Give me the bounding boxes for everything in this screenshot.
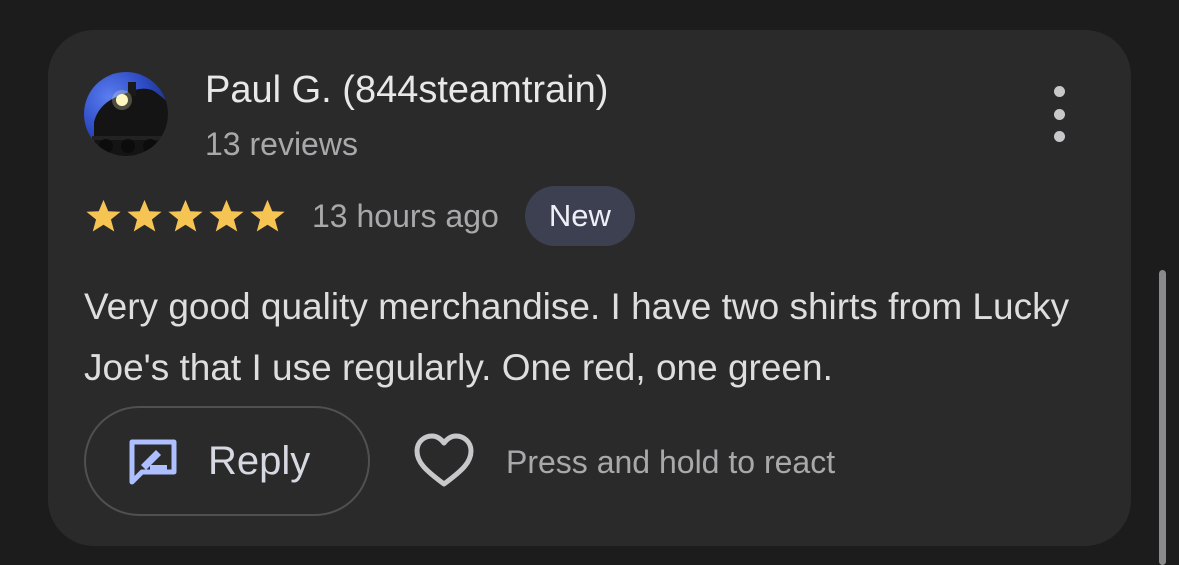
heart-outline-icon[interactable] bbox=[413, 432, 475, 490]
star-icon bbox=[209, 199, 244, 232]
review-text: Very good quality merchandise. I have tw… bbox=[84, 286, 1070, 388]
star-icon bbox=[250, 199, 285, 232]
star-icon bbox=[168, 199, 203, 232]
react-hint: Press and hold to react bbox=[506, 444, 836, 480]
reply-button[interactable]: Reply bbox=[84, 406, 370, 516]
author-review-count: 13 reviews bbox=[205, 126, 358, 162]
star-icon bbox=[127, 199, 162, 232]
author-avatar[interactable] bbox=[84, 72, 168, 156]
author-name[interactable]: Paul G. (844steamtrain) bbox=[205, 68, 608, 112]
more-vertical-icon bbox=[1053, 86, 1065, 97]
new-badge: New bbox=[524, 186, 635, 246]
scrollbar[interactable] bbox=[1159, 270, 1166, 565]
reply-label: Reply bbox=[208, 438, 311, 483]
steam-train-avatar-icon bbox=[92, 82, 168, 156]
rating-row: 13 hours ago New bbox=[84, 186, 635, 246]
review-time: 13 hours ago bbox=[312, 197, 499, 234]
review-card: Paul G. (844steamtrain) 13 reviews 13 ho… bbox=[48, 30, 1131, 546]
reply-edit-icon bbox=[129, 439, 177, 485]
star-icon bbox=[86, 199, 121, 232]
more-options-button[interactable] bbox=[1044, 86, 1074, 142]
star-rating bbox=[84, 197, 287, 235]
